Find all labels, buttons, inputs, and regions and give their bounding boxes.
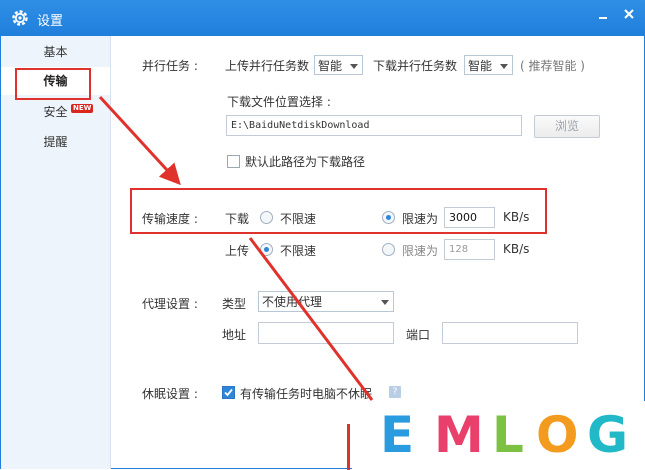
annotation-box-save — [347, 424, 350, 470]
watermark-letter-g: G — [587, 406, 629, 464]
arrow-sidebar-to-speed — [98, 95, 181, 186]
annotation-arrows — [98, 95, 374, 401]
arrow-speed-to-save — [248, 237, 374, 401]
watermark-letter-l: L — [492, 406, 524, 464]
watermark-letter-e: E — [380, 406, 415, 464]
watermark-letter-o: O — [536, 406, 579, 464]
watermark-letter-m: M — [434, 406, 484, 464]
emlog-watermark: E M L O G — [352, 401, 645, 470]
